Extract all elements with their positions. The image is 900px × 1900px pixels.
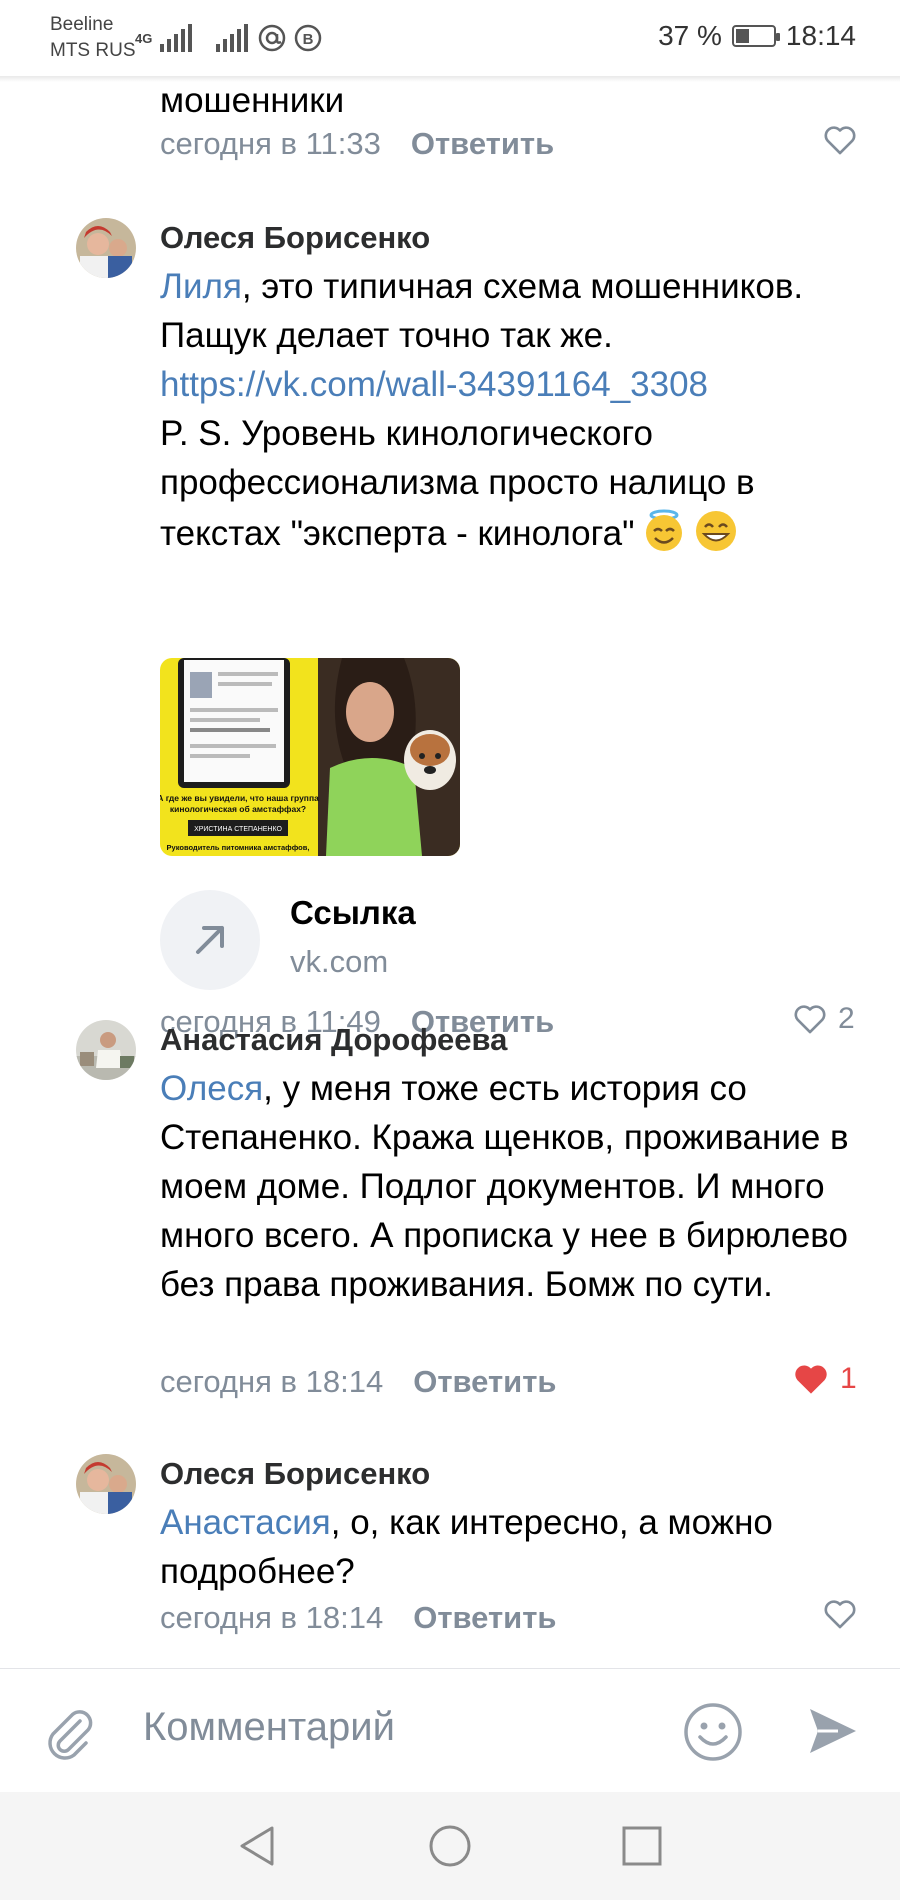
grin-emoji-icon: [695, 511, 736, 551]
status-bar: Beeline MTS RUS 4G B 37 % 18:14: [0, 0, 900, 78]
comment-time: сегодня в 18:14: [160, 1600, 384, 1635]
photo-caption-line: кинологическая об амстаффах?: [170, 804, 306, 814]
like-button[interactable]: [822, 124, 868, 156]
mention-link[interactable]: Лиля: [160, 267, 242, 306]
heart-outline-icon: [824, 126, 856, 155]
home-circle-icon[interactable]: [428, 1824, 472, 1873]
link-card[interactable]: Ссылка vk.com: [160, 890, 860, 990]
carrier-info: Beeline MTS RUS: [50, 12, 136, 64]
comment-meta: сегодня в 11:33 Ответить: [160, 124, 554, 164]
comment-author[interactable]: Анастасия Дорофеева: [160, 1020, 507, 1060]
battery-percent: 37 %: [658, 20, 722, 51]
link-arrow-icon: [160, 890, 260, 990]
comment-text-part: , это типичная схема мошенников. Пащук д…: [160, 267, 804, 355]
heart-outline-icon: [824, 1600, 856, 1629]
comment-author[interactable]: Олеся Борисенко: [160, 218, 430, 258]
photo-name-badge: ХРИСТИНА СТЕПАНЕНКО: [194, 826, 282, 833]
signal-icon-secondary: [216, 24, 249, 52]
avatar[interactable]: [76, 1454, 136, 1514]
link-card-domain: vk.com: [290, 944, 389, 979]
network-type: 4G: [135, 30, 153, 46]
smiley-icon[interactable]: [682, 1701, 744, 1768]
photo-caption-line: А где же вы увидели, что наша группа: [160, 793, 319, 803]
comment-meta: сегодня в 18:14 Ответить: [160, 1598, 556, 1638]
back-triangle-icon[interactable]: [236, 1824, 280, 1873]
comments-feed[interactable]: мошенники сегодня в 11:33 Ответить Олеся…: [0, 78, 900, 1668]
comment-item: Олеся Борисенко Лиля, это типичная схема…: [0, 218, 900, 1078]
reply-button[interactable]: Ответить: [413, 1598, 556, 1638]
mention-link[interactable]: Анастасия: [160, 1503, 331, 1542]
system-nav-bar: [0, 1792, 900, 1900]
mention-link[interactable]: Олеся: [160, 1069, 263, 1108]
carrier-secondary: MTS RUS: [50, 40, 136, 61]
vk-b-icon: B: [295, 24, 322, 52]
comment-composer: Комментарий: [0, 1668, 900, 1793]
comment-text: мошенники: [160, 81, 345, 120]
at-icon: [259, 24, 286, 52]
carrier-primary: Beeline: [50, 14, 114, 35]
heart-filled-icon: [795, 1365, 827, 1394]
clock: 18:14: [785, 20, 856, 51]
comment-time: сегодня в 11:33: [160, 126, 381, 161]
attached-photo[interactable]: А где же вы увидели, что наша группа кин…: [160, 658, 460, 856]
paperclip-icon[interactable]: [42, 1705, 98, 1766]
svg-text:B: B: [303, 31, 314, 48]
battery-fill: [735, 29, 749, 43]
comment-item: Анастасия Дорофеева Олеся, у меня тоже е…: [0, 1020, 900, 1420]
avatar[interactable]: [76, 1020, 136, 1080]
status-right: 37 % 18:14: [658, 20, 856, 52]
like-button[interactable]: 1: [792, 1362, 857, 1396]
recents-square-icon[interactable]: [620, 1824, 664, 1873]
reply-button[interactable]: Ответить: [411, 124, 554, 164]
comment-input[interactable]: Комментарий: [143, 1705, 395, 1750]
comment-text: Лиля, это типичная схема мошенников. Пащ…: [160, 262, 860, 558]
link-card-title: Ссылка: [290, 894, 416, 931]
comment-meta: сегодня в 18:14 Ответить: [160, 1362, 556, 1402]
send-icon[interactable]: [804, 1703, 860, 1764]
url-link[interactable]: https://vk.com/wall-34391164_3308: [160, 365, 708, 404]
comment-text-part: , у меня тоже есть история со Степаненко…: [160, 1069, 849, 1304]
reply-button[interactable]: Ответить: [413, 1362, 556, 1402]
like-count: 1: [840, 1362, 857, 1395]
halo-emoji-icon: [645, 509, 682, 551]
comment-item: мошенники сегодня в 11:33 Ответить: [0, 78, 900, 178]
comment-text: Олеся, у меня тоже есть история со Степа…: [160, 1064, 850, 1309]
comment-time: сегодня в 18:14: [160, 1364, 384, 1399]
like-button[interactable]: [822, 1598, 868, 1630]
photo-footer: Руководитель питомника амстаффов,: [167, 843, 310, 852]
signal-icon: [160, 24, 193, 52]
avatar[interactable]: [76, 218, 136, 278]
battery-icon: [731, 25, 780, 47]
status-icons: 4G B: [135, 18, 322, 58]
comment-author[interactable]: Олеся Борисенко: [160, 1454, 430, 1494]
comment-text: Анастасия, о, как интересно, а можно под…: [160, 1498, 860, 1596]
comment-item: Олеся Борисенко Анастасия, о, как интере…: [0, 1454, 900, 1654]
